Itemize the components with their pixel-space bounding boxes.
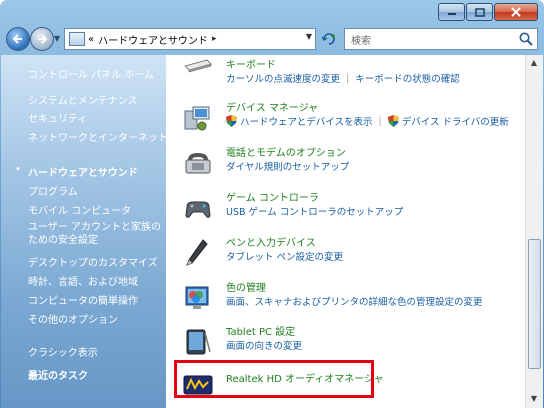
sidebar-item-system[interactable]: システムとメンテナンス xyxy=(28,92,138,107)
category-list: キーボード カーソルの点滅速度の変更 | キーボードの状態の確認 デバイス マネ… xyxy=(167,55,525,408)
sidebar-item-hardware-sound[interactable]: ハードウェアとサウンド xyxy=(28,164,138,179)
link-separator: | xyxy=(346,72,350,84)
recent-tasks-heading: 最近のタスク xyxy=(28,371,88,382)
refresh-icon xyxy=(321,33,335,45)
address-separator[interactable]: ▸ xyxy=(212,34,217,44)
uac-shield-icon xyxy=(226,115,237,127)
category-title[interactable]: ペンと入力デバイス xyxy=(226,234,316,249)
address-bar[interactable]: « ハードウェアとサウンド ▸ ▼ xyxy=(64,28,316,50)
tablet-pc-icon xyxy=(186,329,211,355)
category-link[interactable]: 画面の向きの変更 xyxy=(226,338,302,352)
category-link[interactable]: ハードウェアとデバイスを表示 xyxy=(240,114,373,128)
forward-button[interactable] xyxy=(30,27,54,51)
category-device-manager: デバイス マネージャ ハードウェアとデバイスを表示 | デバイス ドライバの更新 xyxy=(177,99,522,139)
refresh-button[interactable] xyxy=(318,30,340,48)
scroll-up-button[interactable]: ▲ xyxy=(528,56,540,70)
sidebar-item-security[interactable]: セキュリティ xyxy=(28,110,87,125)
category-pen-input: ペンと入力デバイス タブレット ペン設定の変更 xyxy=(177,234,522,274)
category-link[interactable]: ダイヤル規則のセットアップ xyxy=(226,159,349,173)
category-link[interactable]: デバイス ドライバの更新 xyxy=(402,114,509,128)
recent-pages-dropdown[interactable]: ▼ xyxy=(54,34,60,43)
category-title[interactable]: 色の管理 xyxy=(226,279,266,294)
category-title[interactable]: ゲーム コントローラ xyxy=(226,189,319,204)
title-buttons xyxy=(437,3,538,21)
category-link[interactable]: カーソルの点滅速度の変更 xyxy=(226,71,340,85)
device-manager-icon xyxy=(184,106,210,131)
category-title[interactable]: 電話とモデムのオプション xyxy=(226,144,346,159)
highlight-box xyxy=(174,360,374,398)
back-arrow-icon xyxy=(12,34,22,44)
scroll-down-button[interactable]: ▼ xyxy=(528,392,540,406)
search-box[interactable]: 検索 xyxy=(344,28,538,50)
category-link[interactable]: USB ゲーム コントローラのセットアップ xyxy=(226,204,403,218)
current-item-bullet: • xyxy=(15,164,21,175)
forward-arrow-icon xyxy=(38,34,48,44)
category-tablet-pc: Tablet PC 設定 画面の向きの変更 xyxy=(177,323,522,363)
sidebar-item-mobile[interactable]: モバイル コンピュータ xyxy=(28,202,131,217)
category-color-management: 色の管理 画面、スキャナおよびプリンタの詳細な色の管理設定の変更 xyxy=(177,279,522,319)
address-prefix[interactable]: « xyxy=(88,34,94,45)
category-keyboard: キーボード カーソルの点滅速度の変更 | キーボードの状態の確認 xyxy=(177,56,522,96)
sidebar-item-home[interactable]: コントロール パネル ホーム xyxy=(28,66,154,81)
maximize-icon xyxy=(474,7,485,17)
minimize-icon xyxy=(447,13,456,15)
keyboard-icon xyxy=(184,59,212,73)
navigation-toolbar: ▼ « ハードウェアとサウンド ▸ ▼ 検索 xyxy=(0,24,544,54)
address-path[interactable]: ハードウェアとサウンド xyxy=(98,32,208,47)
sidebar-item-network[interactable]: ネットワークとインターネット xyxy=(28,129,168,144)
vertical-scrollbar[interactable]: ▲ ▼ xyxy=(525,55,543,408)
sidebar-item-user-accounts[interactable]: ユーザー アカウントと家族のための安全設定 xyxy=(28,221,163,247)
search-input[interactable]: 検索 xyxy=(351,32,371,47)
close-icon xyxy=(511,7,521,17)
uac-shield-icon xyxy=(387,115,399,127)
sidebar-item-clock[interactable]: 時計、言語、および地域 xyxy=(28,273,138,288)
maximize-button[interactable] xyxy=(466,3,493,21)
client-area: コントロール パネル ホーム システムとメンテナンス セキュリティ ネットワーク… xyxy=(1,55,543,408)
category-link[interactable]: 画面、スキャナおよびプリンタの詳細な色の管理設定の変更 xyxy=(226,294,483,308)
sidebar-item-desktop[interactable]: デスクトップのカスタマイズ xyxy=(28,254,158,269)
close-button[interactable] xyxy=(494,3,538,21)
category-game-controller: ゲーム コントローラ USB ゲーム コントローラのセットアップ xyxy=(177,189,522,229)
category-title[interactable]: キーボード xyxy=(226,56,276,71)
gamepad-icon xyxy=(185,201,211,218)
sidebar-item-other-options[interactable]: その他のオプション xyxy=(28,311,118,326)
address-dropdown-icon[interactable]: ▼ xyxy=(306,32,312,41)
sidebar: コントロール パネル ホーム システムとメンテナンス セキュリティ ネットワーク… xyxy=(1,55,168,408)
category-link[interactable]: キーボードの状態の確認 xyxy=(355,71,460,85)
scrollbar-thumb[interactable] xyxy=(528,239,541,369)
pen-icon xyxy=(186,239,208,266)
back-button[interactable] xyxy=(6,27,30,51)
phone-modem-icon xyxy=(185,153,211,174)
category-link[interactable]: タブレット ペン設定の変更 xyxy=(226,249,343,263)
category-phone-modem: 電話とモデムのオプション ダイヤル規則のセットアップ xyxy=(177,144,522,184)
classic-view-link[interactable]: クラシック表示 xyxy=(28,344,98,359)
link-separator: | xyxy=(378,115,382,127)
explorer-window: ▼ « ハードウェアとサウンド ▸ ▼ 検索 コントロール パネル ホーム シス… xyxy=(0,0,544,408)
category-title[interactable]: Tablet PC 設定 xyxy=(226,323,295,338)
minimize-button[interactable] xyxy=(438,3,465,21)
sidebar-item-programs[interactable]: プログラム xyxy=(28,183,78,198)
category-title[interactable]: デバイス マネージャ xyxy=(226,99,318,114)
search-icon[interactable] xyxy=(518,31,534,47)
control-panel-icon xyxy=(69,32,85,46)
color-management-icon xyxy=(185,286,209,309)
sidebar-item-ease-of-access[interactable]: コンピュータの簡単操作 xyxy=(28,292,138,307)
